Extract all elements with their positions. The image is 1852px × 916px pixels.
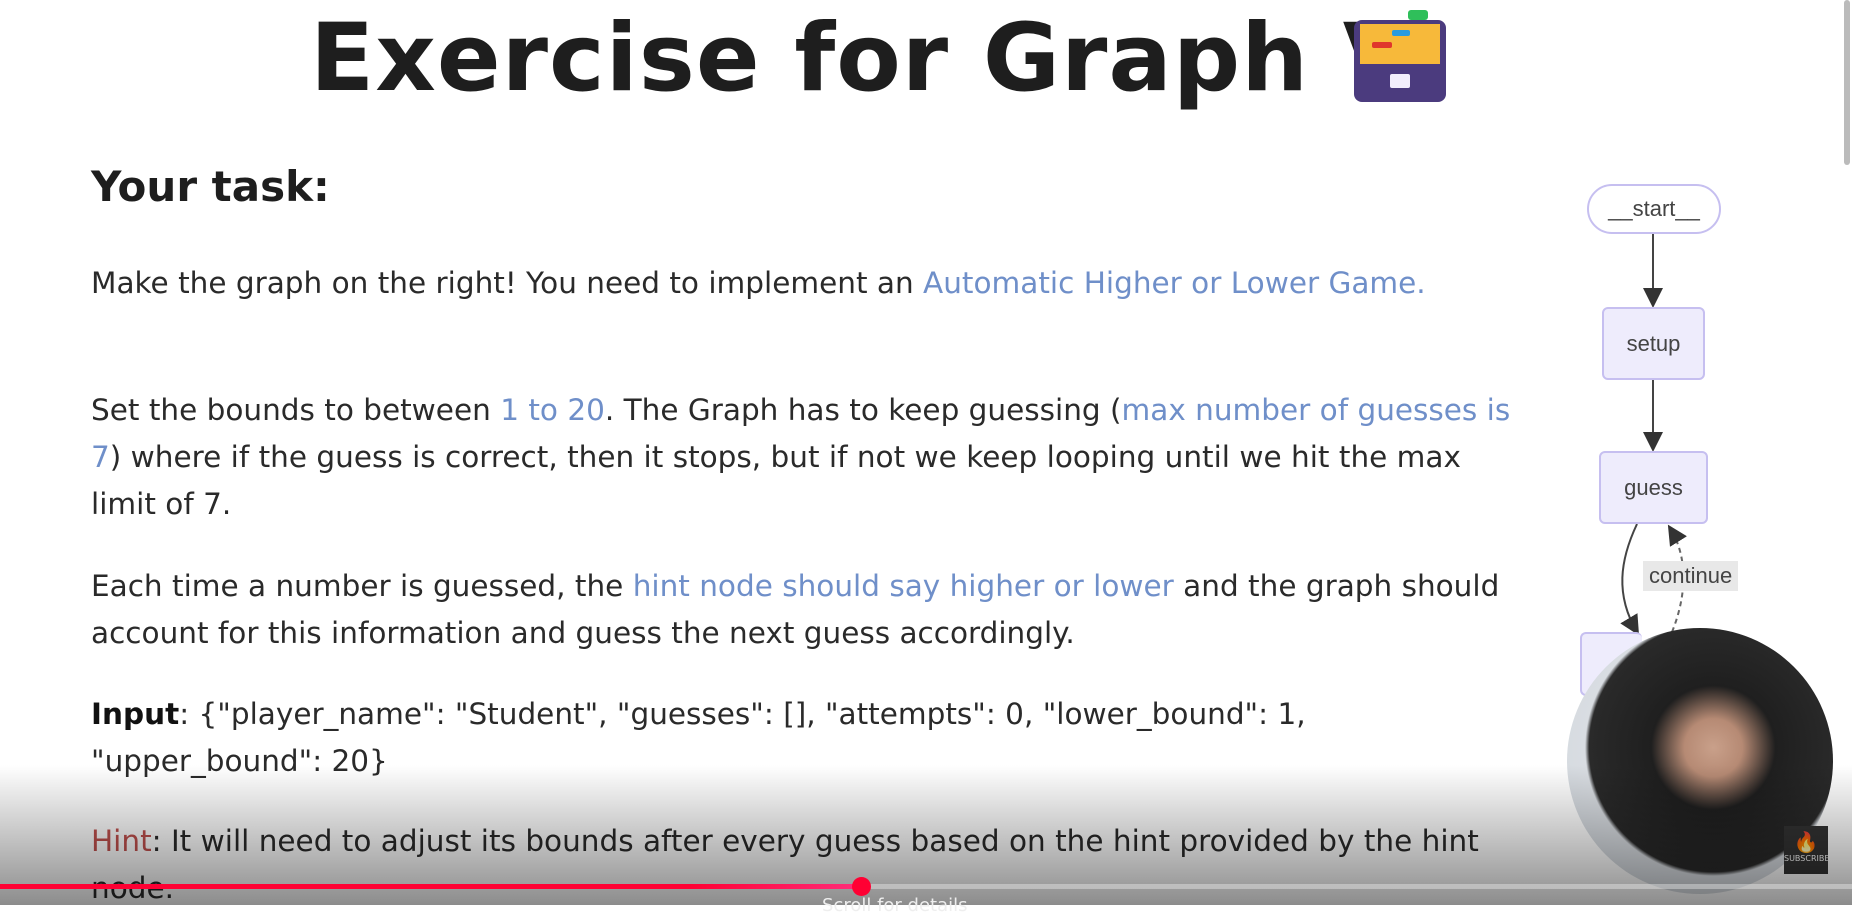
graph-node-start: __start__ bbox=[1587, 184, 1721, 234]
scroll-hint[interactable]: Scroll for details bbox=[822, 895, 968, 916]
edge-label-continue: continue bbox=[1643, 561, 1739, 591]
scrollbar[interactable] bbox=[1844, 0, 1850, 165]
graph-node-setup: setup bbox=[1602, 307, 1705, 380]
subscribe-button[interactable]: 🔥 SUBSCRIBE bbox=[1784, 826, 1830, 874]
progress-played bbox=[0, 884, 862, 889]
edge-guess-hint bbox=[1620, 523, 1640, 636]
video-progress-bar[interactable] bbox=[0, 877, 1852, 896]
subscribe-label: SUBSCRIBE bbox=[1784, 854, 1830, 863]
graph-node-guess: guess bbox=[1599, 451, 1708, 524]
flame-icon: 🔥 bbox=[1793, 830, 1819, 854]
